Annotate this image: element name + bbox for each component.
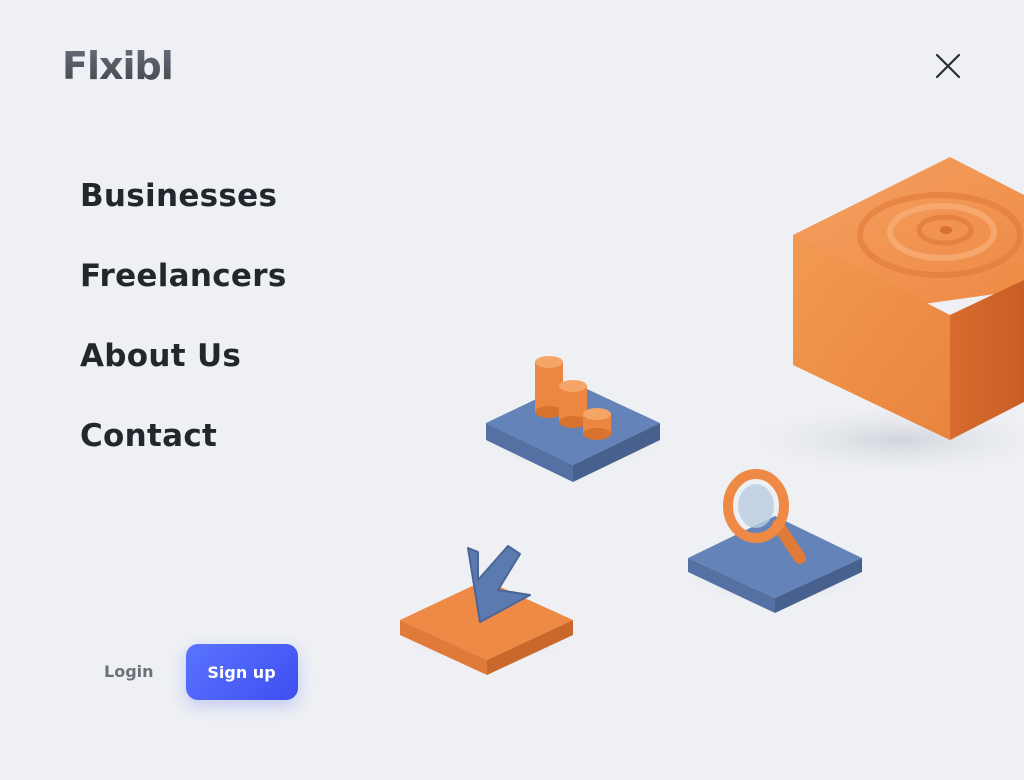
signup-button[interactable]: Sign up — [185, 644, 298, 700]
login-button[interactable]: Login — [88, 644, 170, 700]
nav-item-freelancers[interactable]: Freelancers — [80, 252, 287, 332]
auth-actions: Login Sign up — [88, 644, 298, 700]
magnifier-icon — [675, 469, 875, 613]
brand-logo[interactable]: Flxibl — [62, 44, 174, 88]
bar-chart-icon — [475, 356, 675, 482]
cube-icon — [730, 157, 1024, 480]
main-nav: Businesses Freelancers About Us Contact — [80, 172, 287, 492]
nav-item-about-us[interactable]: About Us — [80, 332, 287, 412]
close-button[interactable] — [928, 46, 968, 86]
hero-illustration — [388, 157, 1024, 675]
nav-item-contact[interactable]: Contact — [80, 412, 287, 492]
download-arrow-icon — [388, 545, 588, 675]
close-icon — [935, 53, 961, 79]
nav-item-businesses[interactable]: Businesses — [80, 172, 287, 252]
